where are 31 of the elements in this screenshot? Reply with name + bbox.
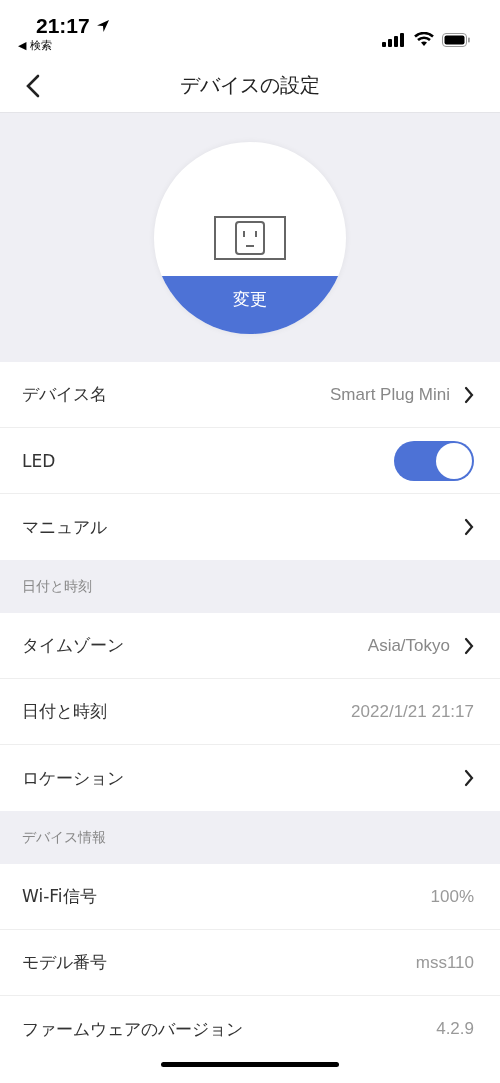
row-value: 4.2.9 <box>436 1019 474 1039</box>
led-toggle[interactable] <box>394 440 474 481</box>
row-label: モデル番号 <box>22 951 107 974</box>
row-label: Wi-Fi信号 <box>22 885 97 908</box>
row-value: mss110 <box>415 952 474 973</box>
screen-title: デバイスの設定 <box>180 72 320 99</box>
row-label: デバイス名 <box>22 383 107 406</box>
section-header: デバイス情報 <box>0 811 500 864</box>
row-value: Smart Plug Mini <box>330 384 450 405</box>
row-label: ロケーション <box>22 766 124 790</box>
row-value: 2022/1/21 21:17 <box>351 701 474 722</box>
back-chevron-icon <box>26 74 40 98</box>
row-label: 日付と時刻 <box>22 700 107 723</box>
status-time: 21:17 <box>36 14 90 38</box>
row-label: マニュアル <box>22 515 107 539</box>
row-label: タイムゾーン <box>22 634 124 657</box>
chevron-right-icon <box>464 636 474 655</box>
section-header: 日付と時刻 <box>0 560 500 613</box>
row-label: ファームウェアのバージョン <box>22 1017 243 1041</box>
battery-icon <box>442 32 470 47</box>
chevron-right-icon <box>464 385 474 404</box>
chevron-right-icon <box>464 769 474 787</box>
signal-icon <box>382 32 406 47</box>
row-value: Asia/Tokyo <box>367 635 450 656</box>
wifi-icon <box>414 32 434 47</box>
row-value: 100% <box>430 886 474 907</box>
power-outlet-icon <box>214 215 286 260</box>
row-label: LED <box>22 450 56 471</box>
location-arrow-icon <box>94 18 111 34</box>
chevron-right-icon <box>464 518 474 536</box>
back-to-app-link[interactable]: ◀ 検索 <box>18 38 111 54</box>
